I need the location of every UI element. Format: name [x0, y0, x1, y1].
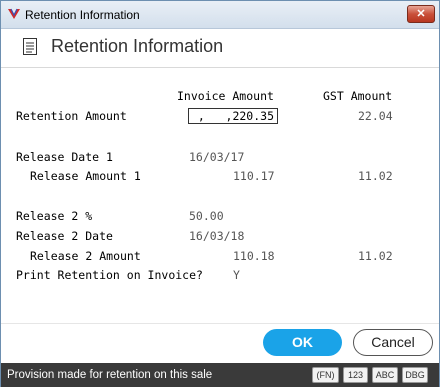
title-bar[interactable]: Retention Information ✕: [1, 1, 439, 29]
status-badge-fn: (FN): [312, 367, 339, 383]
print-retention-label: Print Retention on Invoice?: [16, 268, 203, 282]
release-amount-1-gst: 11.02: [358, 169, 393, 183]
release-2-amount-label: Release 2 Amount: [30, 249, 141, 263]
release-amount-1-label: Release Amount 1: [30, 169, 141, 183]
release-date-1-value: 16/03/17: [189, 150, 245, 164]
page-title: Retention Information: [51, 36, 224, 56]
ok-button[interactable]: OK: [263, 329, 342, 356]
close-button[interactable]: ✕: [407, 5, 435, 23]
print-retention-value: Y: [233, 268, 240, 282]
status-badge-abc: ABC: [372, 367, 398, 383]
release-2-date-label: Release 2 Date: [16, 229, 113, 243]
release-date-1-label: Release Date 1: [16, 150, 113, 164]
status-message: Provision made for retention on this sal…: [7, 369, 213, 381]
release-2-pct-value: 50.00: [189, 209, 224, 223]
app-logo-icon: [8, 8, 20, 19]
release-2-amount-value: 110.18: [233, 249, 275, 263]
release-amount-1-value: 110.17: [233, 169, 275, 183]
retention-amount-input[interactable]: [188, 108, 278, 124]
release-2-amount-gst: 11.02: [358, 249, 393, 263]
retention-amount-label: Retention Amount: [16, 109, 127, 123]
status-badge-123: 123: [343, 367, 368, 383]
retention-gst-value: 22.04: [358, 109, 393, 123]
release-2-date-value: 16/03/18: [189, 229, 245, 243]
header-divider: [1, 67, 439, 68]
column-header-invoice-amount: Invoice Amount: [177, 89, 274, 103]
document-icon: [23, 38, 37, 55]
status-badge-dbg: DBG: [402, 367, 428, 383]
cancel-button[interactable]: Cancel: [353, 329, 433, 356]
release-2-pct-label: Release 2 %: [16, 209, 93, 223]
dialog-window: Retention Information ✕ Retention Inform…: [0, 0, 440, 387]
column-header-gst-amount: GST Amount: [323, 89, 393, 103]
window-title: Retention Information: [25, 8, 140, 22]
